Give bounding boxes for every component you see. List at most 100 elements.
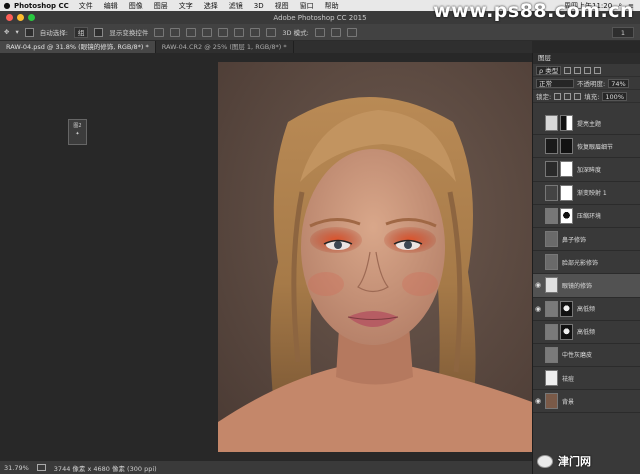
layer-row[interactable]: 恢复眼眉细节 <box>533 135 640 159</box>
layer-thumbnail[interactable] <box>545 300 558 317</box>
layer-name: 背景 <box>562 398 575 406</box>
3d-rotate-icon[interactable] <box>314 27 325 37</box>
tab-raw-04-cr2[interactable]: RAW-04.CR2 @ 25% (图层 1, RGB/8*) * <box>156 41 294 53</box>
align-middle-icon[interactable] <box>170 27 181 37</box>
chevron-down-icon[interactable]: ▾ <box>15 28 18 36</box>
auto-select-label: 自动选择: <box>39 29 68 37</box>
tab-layers[interactable]: 图层 <box>533 53 640 64</box>
eye-icon[interactable]: ◉ <box>533 281 543 289</box>
menu-filter[interactable]: 滤镜 <box>229 1 243 11</box>
layer-mask-thumbnail[interactable] <box>560 138 573 155</box>
layer-row[interactable]: 加深眸度 <box>533 158 640 182</box>
layer-row[interactable]: 中性灰磨皮 <box>533 344 640 368</box>
panel-footer: 津门网 <box>533 446 640 474</box>
show-transform-label: 显示变换控件 <box>109 29 149 37</box>
filter-type-icon[interactable] <box>584 66 592 74</box>
document-info-icon[interactable] <box>36 464 46 471</box>
apple-icon[interactable]: ● <box>0 1 14 10</box>
align-bottom-icon[interactable] <box>186 27 197 37</box>
layer-row[interactable]: 压缩环境 <box>533 205 640 228</box>
document-size: 3744 像素 x 4680 像素 (300 ppi) <box>53 464 157 473</box>
layer-row[interactable]: ◉ 眼镜的修饰 <box>533 274 640 298</box>
auto-select-checkbox[interactable] <box>24 27 34 37</box>
wechat-icon <box>537 454 553 468</box>
layer-row[interactable]: ◉ 高低频 <box>533 298 640 321</box>
zoom-level[interactable]: 31.79% <box>4 464 29 472</box>
layer-mask-thumbnail[interactable] <box>560 207 573 224</box>
layer-row[interactable]: 脸部光影修饰 <box>533 251 640 275</box>
layer-name: 渐变映射 1 <box>577 190 607 198</box>
menu-file[interactable]: 文件 <box>79 1 93 11</box>
layer-thumbnail[interactable] <box>545 393 558 410</box>
layer-thumbnail[interactable] <box>545 254 558 271</box>
layer-mask-thumbnail[interactable] <box>560 323 573 340</box>
floating-document-thumbnail[interactable]: 图2 ✦ <box>68 119 87 145</box>
layer-thumbnail[interactable] <box>545 138 558 155</box>
distribute-icon[interactable] <box>250 27 261 37</box>
brand-name: 津门网 <box>558 455 591 468</box>
layer-row[interactable]: 提亮主题 <box>533 112 640 136</box>
layer-row[interactable]: ◉ 背景 <box>533 390 640 414</box>
filter-shape-icon[interactable] <box>594 66 602 74</box>
menu-help[interactable]: 帮助 <box>325 1 339 11</box>
filter-adjustment-icon[interactable] <box>574 66 582 74</box>
align-left-icon[interactable] <box>202 27 213 37</box>
floating-doc-label: 图2 <box>73 123 82 129</box>
align-right-icon[interactable] <box>234 27 245 37</box>
filter-pixel-icon[interactable] <box>564 66 572 74</box>
layer-thumbnail[interactable] <box>545 231 558 248</box>
tab-raw-04-psd[interactable]: RAW-04.psd @ 31.8% (眼镜的修饰, RGB/8*) * <box>0 41 156 53</box>
layer-mask-thumbnail[interactable] <box>560 161 573 178</box>
menu-image[interactable]: 图像 <box>129 1 143 11</box>
menu-view[interactable]: 视图 <box>275 1 289 11</box>
layer-thumbnail[interactable] <box>545 277 558 294</box>
align-top-icon[interactable] <box>154 27 165 37</box>
opacity-field[interactable]: 74% <box>608 78 629 88</box>
auto-select-dropdown[interactable]: 组 <box>73 26 89 38</box>
layer-mask-thumbnail[interactable] <box>560 300 573 317</box>
layer-thumbnail[interactable] <box>545 207 558 224</box>
layer-thumbnail[interactable] <box>545 370 558 387</box>
blend-mode-dropdown[interactable]: 正常 <box>536 78 574 88</box>
3d-slide-icon[interactable] <box>346 27 357 37</box>
distribute-h-icon[interactable] <box>266 27 277 37</box>
align-center-icon[interactable] <box>218 27 229 37</box>
layer-name: 提亮主题 <box>577 120 602 128</box>
layer-row[interactable]: 祛痘 <box>533 367 640 391</box>
options-bar: ✥ ▾ 自动选择: 组 显示变换控件 3D 模式: 1 <box>0 24 640 41</box>
layer-thumbnail[interactable] <box>545 346 558 363</box>
layer-mask-thumbnail[interactable] <box>560 184 573 201</box>
layer-row[interactable]: 高低频 <box>533 321 640 344</box>
layer-thumbnail[interactable] <box>545 115 558 132</box>
fill-label: 填充: <box>584 93 600 101</box>
layer-kind-filter[interactable]: ρ 类型 <box>536 65 562 75</box>
document-canvas[interactable] <box>218 62 532 452</box>
layer-thumbnail[interactable] <box>545 184 558 201</box>
3d-mode-label: 3D 模式: <box>282 29 309 37</box>
eye-icon[interactable]: ◉ <box>533 305 543 313</box>
lock-pixels-icon[interactable] <box>554 92 562 100</box>
lock-position-icon[interactable] <box>564 92 572 100</box>
app-menu[interactable]: Photoshop CC <box>14 2 69 10</box>
workspace-selector[interactable]: 1 <box>611 26 634 38</box>
layer-thumbnail[interactable] <box>545 161 558 178</box>
3d-pan-icon[interactable] <box>330 27 341 37</box>
menu-layer[interactable]: 图层 <box>154 1 168 11</box>
layer-name: 高低频 <box>577 329 596 337</box>
eye-icon[interactable]: ◉ <box>533 397 543 405</box>
menu-type[interactable]: 文字 <box>179 1 193 11</box>
menu-window[interactable]: 窗口 <box>300 1 314 11</box>
layer-row[interactable]: 鼻子修饰 <box>533 228 640 252</box>
layer-name: 鼻子修饰 <box>562 236 587 244</box>
menu-select[interactable]: 选择 <box>204 1 218 11</box>
menu-edit[interactable]: 编辑 <box>104 1 118 11</box>
show-transform-checkbox[interactable] <box>94 27 104 37</box>
layer-name: 中性灰磨皮 <box>562 352 593 360</box>
layer-mask-thumbnail[interactable] <box>560 115 573 132</box>
fill-field[interactable]: 100% <box>602 91 627 101</box>
menu-3d[interactable]: 3D <box>254 2 264 10</box>
layer-row[interactable]: 渐变映射 1 <box>533 182 640 205</box>
move-tool-icon[interactable]: ✥ <box>4 28 9 36</box>
lock-all-icon[interactable] <box>574 92 582 100</box>
layer-thumbnail[interactable] <box>545 323 558 340</box>
